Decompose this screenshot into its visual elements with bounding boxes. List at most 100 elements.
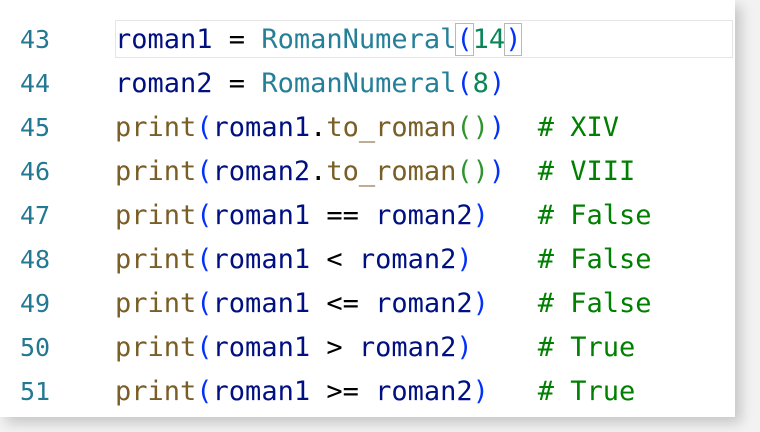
bracket: ) (488, 112, 506, 143)
code-line[interactable]: 51 print(roman1 >= roman2) # True (0, 370, 735, 414)
line-number: 51 (20, 377, 51, 406)
code-text[interactable]: roman1 = RomanNumeral(14) (115, 18, 523, 62)
function-name: print (115, 376, 197, 407)
line-number: 47 (20, 201, 51, 230)
code-line[interactable]: 45 print(roman1.to_roman()) # XIV (0, 106, 735, 150)
code-text[interactable]: roman2 = RomanNumeral(8) (115, 62, 505, 106)
identifier: roman1 (212, 288, 311, 319)
identifier: roman2 (358, 244, 457, 275)
identifier: roman2 (115, 68, 213, 99)
operator: <= (310, 288, 376, 319)
bracket: ) (472, 288, 489, 319)
number-literal: 14 (472, 24, 506, 55)
code-text[interactable]: print(roman1 <= roman2) # False (115, 282, 652, 326)
bracket: ( (196, 332, 213, 363)
identifier: roman1 (212, 376, 311, 407)
code-line[interactable]: 44 roman2 = RomanNumeral(8) (0, 62, 735, 106)
bracket: () (456, 156, 489, 187)
line-number: 49 (20, 289, 51, 318)
bracket: () (456, 112, 489, 143)
function-name: print (115, 332, 197, 363)
operator: = (212, 68, 262, 99)
line-number: 43 (20, 25, 51, 54)
bracket: ( (196, 288, 213, 319)
bracket: ( (196, 156, 213, 187)
code-line[interactable]: 46 print(roman2.to_roman()) # VIII (0, 150, 735, 194)
operator: >= (310, 376, 376, 407)
bracket: ( (196, 200, 213, 231)
code-comment: # VIII (537, 156, 636, 187)
code-comment: # True (537, 332, 636, 363)
function-name: print (115, 156, 197, 187)
bracket: ) (472, 376, 489, 407)
class-name: RomanNumeral (261, 24, 457, 55)
code-lines: 43 roman1 = RomanNumeral(14) 44 roman2 = Ro… (0, 18, 735, 414)
code-comment: # False (537, 288, 652, 319)
code-text[interactable]: print(roman2.to_roman()) # VIII (115, 150, 635, 194)
operator (505, 112, 538, 143)
operator: . (310, 156, 327, 187)
identifier: roman2 (375, 288, 473, 319)
code-text[interactable]: print(roman1.to_roman()) # XIV (115, 106, 619, 150)
identifier: roman1 (115, 24, 213, 55)
function-name: print (115, 244, 197, 275)
operator (505, 156, 538, 187)
bracket: ( (196, 112, 213, 143)
code-editor[interactable]: 43 roman1 = RomanNumeral(14) 44 roman2 = Ro… (0, 0, 735, 417)
function-name: print (115, 200, 197, 231)
class-name: RomanNumeral (261, 68, 457, 99)
line-number: 50 (20, 333, 51, 362)
operator (473, 244, 538, 275)
identifier: roman2 (375, 200, 473, 231)
code-comment: # False (537, 244, 652, 275)
matched-bracket: ) (504, 23, 523, 56)
code-line[interactable]: 48 print(roman1 < roman2) # False (0, 238, 735, 282)
bracket: ( (456, 68, 473, 99)
operator: > (310, 332, 359, 363)
code-text[interactable]: print(roman1 < roman2) # False (115, 238, 652, 282)
identifier: roman2 (358, 332, 457, 363)
code-comment: # False (537, 200, 652, 231)
code-line[interactable]: 50 print(roman1 > roman2) # True (0, 326, 735, 370)
bracket: ) (472, 200, 489, 231)
identifier: roman2 (375, 376, 473, 407)
function-name: to_roman (326, 156, 457, 187)
code-comment: # True (537, 376, 636, 407)
identifier: roman1 (212, 244, 311, 275)
operator (489, 376, 538, 407)
code-text[interactable]: print(roman1 >= roman2) # True (115, 370, 635, 414)
identifier: roman1 (212, 200, 311, 231)
identifier: roman1 (212, 332, 311, 363)
number-literal: 8 (472, 68, 489, 99)
bracket: ( (196, 244, 213, 275)
code-text[interactable]: print(roman1 == roman2) # False (115, 194, 652, 238)
identifier: roman2 (212, 156, 311, 187)
line-number: 48 (20, 245, 51, 274)
bracket: ( (196, 376, 213, 407)
function-name: print (115, 288, 197, 319)
code-line[interactable]: 49 print(roman1 <= roman2) # False (0, 282, 735, 326)
function-name: to_roman (326, 112, 457, 143)
operator (489, 200, 538, 231)
bracket: ) (456, 332, 473, 363)
code-comment: # XIV (537, 112, 619, 143)
bracket: ) (488, 68, 506, 99)
operator: == (310, 200, 376, 231)
code-line[interactable]: 47 print(roman1 == roman2) # False (0, 194, 735, 238)
operator: = (212, 24, 262, 55)
line-number: 44 (20, 69, 51, 98)
identifier: roman1 (212, 112, 311, 143)
line-number: 46 (20, 157, 51, 186)
bracket: ) (456, 244, 473, 275)
code-line-current[interactable]: 43 roman1 = RomanNumeral(14) (0, 18, 735, 62)
code-text[interactable]: print(roman1 > roman2) # True (115, 326, 635, 370)
screenshot-stage: 43 roman1 = RomanNumeral(14) 44 roman2 = Ro… (0, 0, 760, 432)
operator (489, 288, 538, 319)
operator (473, 332, 538, 363)
line-number: 45 (20, 113, 51, 142)
matched-bracket: ( (455, 23, 474, 56)
function-name: print (115, 112, 197, 143)
operator: . (310, 112, 327, 143)
bracket: ) (488, 156, 506, 187)
operator: < (310, 244, 359, 275)
